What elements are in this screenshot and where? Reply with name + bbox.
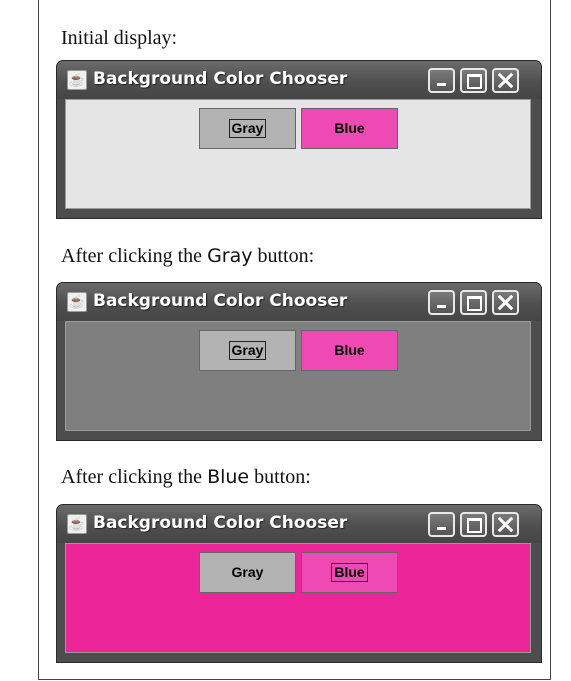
blue-button[interactable]: Blue	[301, 108, 398, 149]
gray-button-label: Gray	[228, 341, 267, 360]
title-bar[interactable]: ☕ Background Color Chooser	[57, 283, 541, 321]
maximize-icon[interactable]	[460, 68, 487, 93]
java-app-icon: ☕	[67, 292, 87, 312]
blue-button-label: Blue	[334, 342, 365, 358]
window-initial: ☕ Background Color Chooser Gray Blue	[57, 61, 541, 218]
maximize-icon[interactable]	[460, 512, 487, 537]
window-title: Background Color Chooser	[93, 291, 348, 311]
window-after-blue: ☕ Background Color Chooser Gray Blue	[57, 505, 541, 662]
window-after-gray: ☕ Background Color Chooser Gray Blue	[57, 283, 541, 440]
minimize-icon[interactable]	[428, 512, 455, 537]
gray-button-label: Gray	[228, 119, 267, 138]
title-bar[interactable]: ☕ Background Color Chooser	[57, 61, 541, 99]
java-app-icon: ☕	[67, 70, 87, 90]
blue-button[interactable]: Blue	[301, 330, 398, 371]
blue-button-label: Blue	[334, 120, 365, 136]
blue-button[interactable]: Blue	[301, 552, 398, 593]
minimize-icon[interactable]	[428, 290, 455, 315]
window-title: Background Color Chooser	[93, 513, 348, 533]
caption-after-blue: After clicking the Blue button:	[61, 466, 311, 488]
java-app-icon: ☕	[67, 514, 87, 534]
title-bar[interactable]: ☕ Background Color Chooser	[57, 505, 541, 543]
minimize-icon[interactable]	[428, 68, 455, 93]
close-icon[interactable]	[492, 68, 519, 93]
blue-button-label: Blue	[331, 563, 368, 582]
caption-initial: Initial display:	[61, 27, 178, 49]
gray-button[interactable]: Gray	[199, 108, 296, 149]
gray-button[interactable]: Gray	[199, 330, 296, 371]
gray-button[interactable]: Gray	[199, 552, 296, 593]
window-title: Background Color Chooser	[93, 69, 348, 89]
close-icon[interactable]	[492, 512, 519, 537]
gray-button-label: Gray	[231, 564, 264, 580]
content-pane: Gray Blue	[65, 99, 531, 209]
caption-after-gray: After clicking the Gray button:	[61, 245, 315, 267]
content-pane: Gray Blue	[65, 321, 531, 431]
content-pane: Gray Blue	[65, 543, 531, 653]
close-icon[interactable]	[492, 290, 519, 315]
maximize-icon[interactable]	[460, 290, 487, 315]
